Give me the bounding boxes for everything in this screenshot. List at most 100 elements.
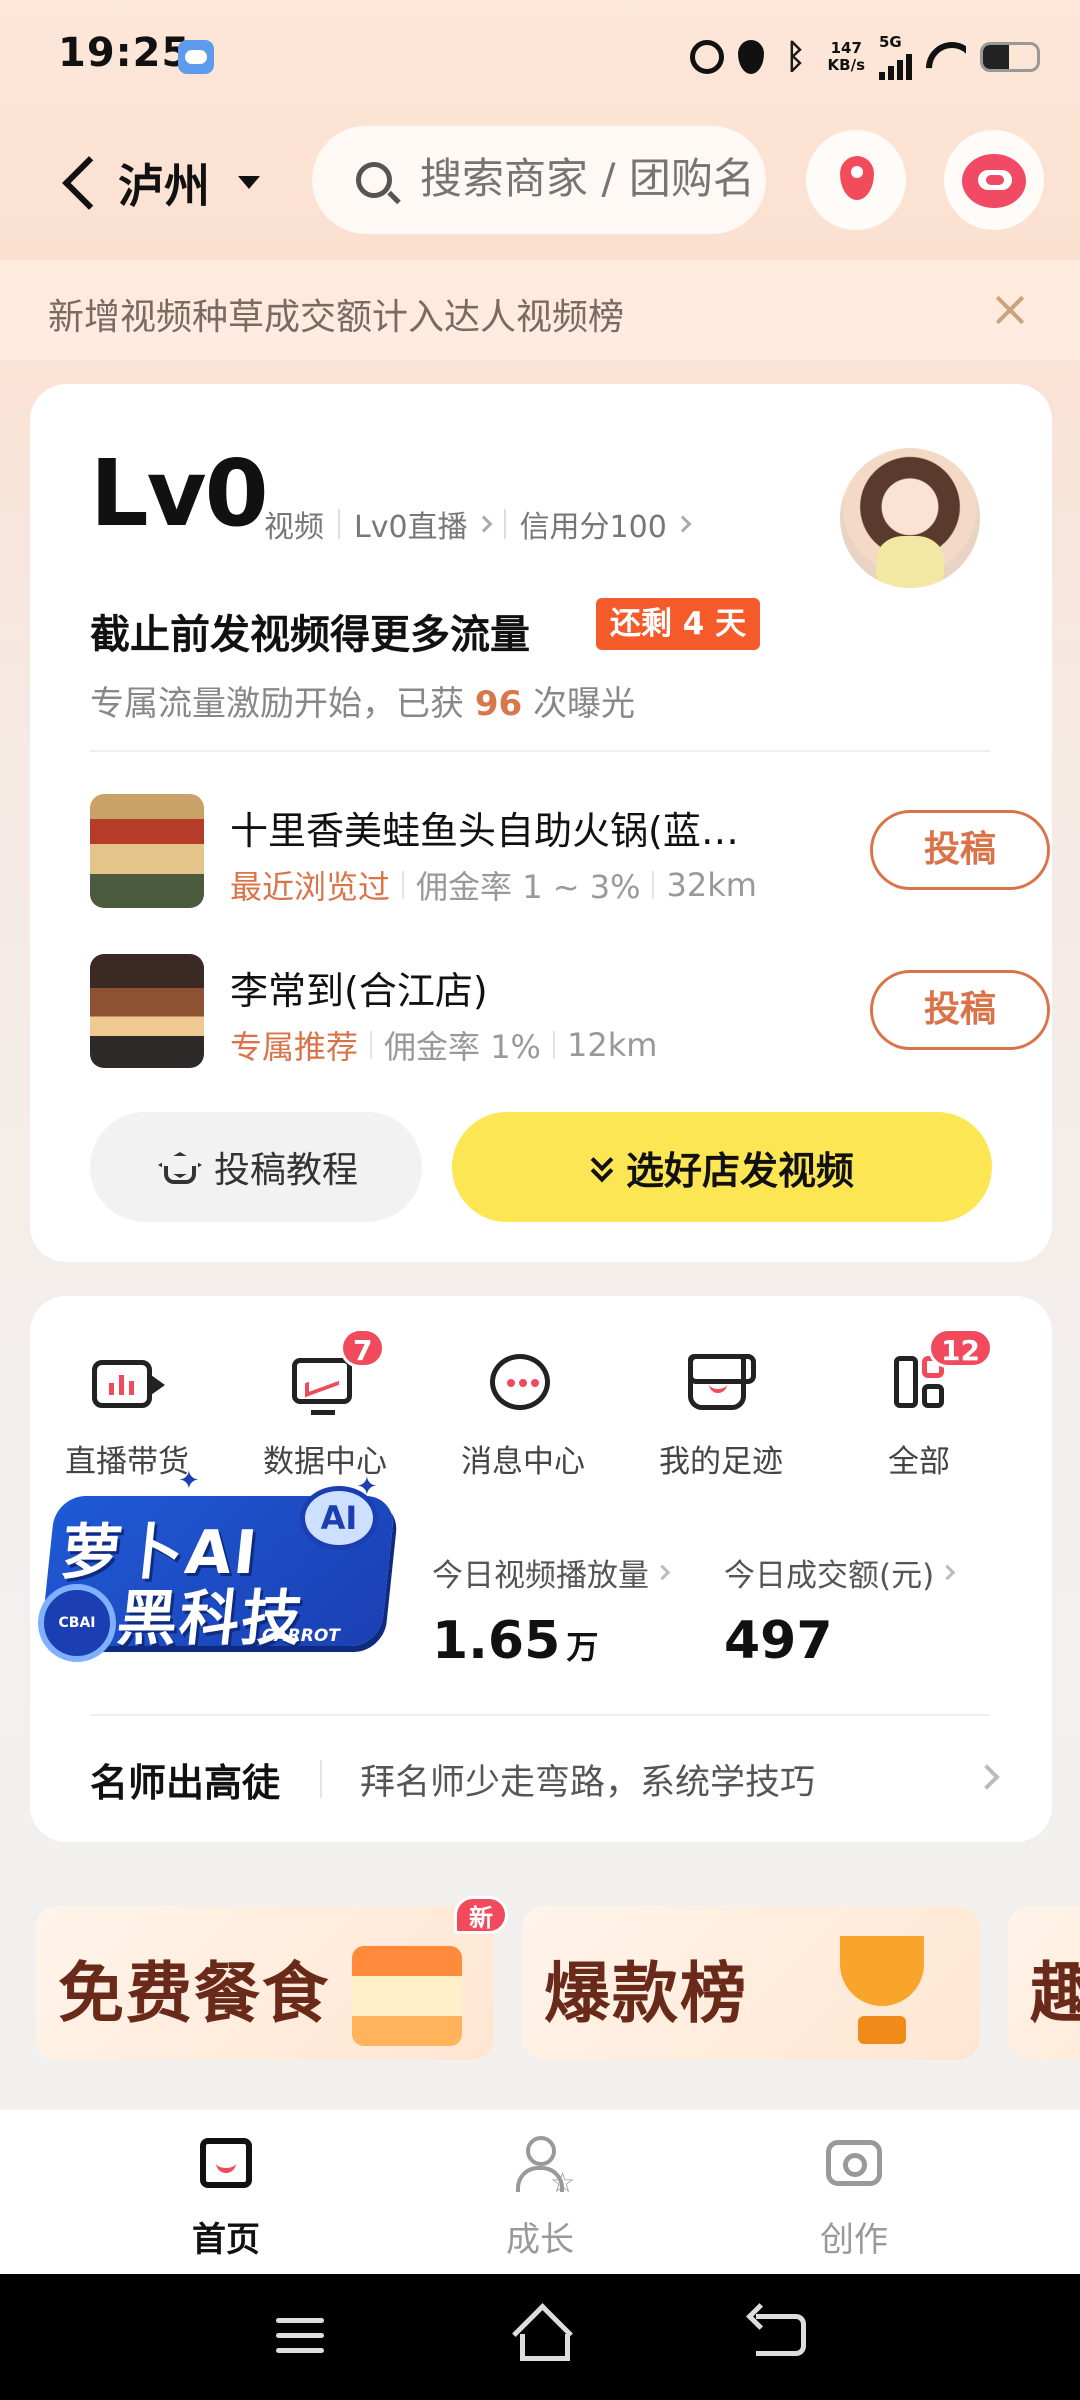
shop-name: 李常到(合江店) [230,969,488,1013]
shop-thumbnail [90,794,204,908]
status-icons: ᛒ 147 KB/s 5G [689,32,1040,82]
avatar[interactable] [840,448,980,588]
headline: 截止前发视频得更多流量 [90,612,530,658]
creator-card: Lv0 视频 Lv0直播 信用分100 截止前发视频得更多流量 还剩 4 天 专… [30,384,1052,1262]
tool-message-center[interactable]: 消息中心 [428,1350,618,1490]
tool-footprint[interactable]: 我的足迹 [626,1350,816,1490]
assistant-button[interactable] [944,130,1044,230]
select-shop-button[interactable]: 选好店发视频 [452,1112,992,1222]
stat-value: 497 [724,1611,833,1671]
signal-bars-icon [879,50,912,80]
search-input[interactable] [420,154,760,203]
stat-label: 今日视频播放量 [432,1550,671,1595]
tutorial-button[interactable]: 投稿教程 [90,1112,422,1222]
shop-thumbnail [90,954,204,1068]
exposure-suffix: 次曝光 [522,684,635,724]
link-live[interactable]: Lv0直播 [354,502,468,546]
profile-links: 视频 Lv0直播 信用分100 [264,502,692,546]
city-selector[interactable]: 泸州 [118,150,210,216]
network-speed-value: 147 [830,39,862,57]
chevron-right-icon [674,515,692,533]
sparkle-icon: ✦ [178,1466,200,1496]
network-type: 5G [879,33,902,51]
divider [402,871,405,899]
close-icon[interactable] [990,290,1030,330]
caret-down-icon[interactable] [238,176,260,189]
stat-video-views[interactable]: 今日视频播放量 1.65 万 [432,1550,671,1671]
battery-icon [980,42,1040,72]
divider [503,509,506,539]
mentor-desc: 拜名师少走弯路，系统学技巧 [360,1763,816,1803]
select-shop-label: 选好店发视频 [625,1148,854,1193]
graduation-cap-icon [154,1152,198,1184]
divider [552,1031,555,1059]
system-nav-bar [0,2274,1080,2400]
chevron-right-icon [939,1564,956,1581]
nav-growth[interactable]: ☆ 成长 [440,2132,640,2262]
shop-item[interactable]: 李常到(合江店) 专属推荐 佣金率 1% 12km 投稿 [90,954,1050,1070]
submit-button[interactable]: 投稿 [870,810,1050,890]
divider [320,1760,322,1798]
stat-value: 1.65 万 [432,1611,668,1671]
promo-logo: ✦ ✦ 萝卜AI 黑科技 AI CBAI CARROT [38,1466,418,1666]
shop-tag: 专属推荐 [230,1028,359,1066]
shop-distance: 32km [666,866,757,904]
nav-create[interactable]: 创作 [754,2132,954,2262]
nav-home[interactable]: 首页 [126,2132,326,2262]
chevron-right-icon [475,515,493,533]
nav-label: 创作 [820,2220,888,2260]
cloud-notification-icon [178,40,214,74]
promo-brand: CARROT [262,1626,340,1646]
shop-commission: 佣金率 1 ~ 3% [416,868,641,906]
status-time: 19:25 [58,30,191,76]
stat-unit: 万 [566,1628,599,1666]
footprint-icon [688,1354,756,1410]
chevron-right-icon [654,1564,671,1581]
stat-gmv[interactable]: 今日成交额(元) 497 [724,1550,956,1671]
shop-item[interactable]: 十里香美蛙鱼头自助火锅(蓝… 最近浏览过 佣金率 1 ~ 3% 32km 投稿 [90,794,1050,910]
banner-hot-list[interactable]: 爆款榜 [522,1906,980,2060]
tool-label: 消息中心 [461,1444,585,1480]
mascot-icon [962,154,1026,208]
network-speed: 147 KB/s [828,40,865,74]
back-icon[interactable] [58,152,98,212]
shop-distance: 12km [566,1026,658,1064]
promo-disc: CBAI [38,1584,116,1662]
message-center-icon [490,1354,550,1410]
home-icon[interactable] [512,2310,570,2361]
back-icon[interactable] [756,2314,806,2356]
menu-icon[interactable] [276,2318,324,2354]
notice-text: 新增视频种草成交额计入达人视频榜 [48,297,625,338]
mentor-title: 名师出高徒 [90,1761,281,1805]
camera-icon [826,2140,882,2186]
shop-name: 十里香美蛙鱼头自助火锅(蓝… [230,809,739,853]
notice-bar: 新增视频种草成交额计入达人视频榜 [0,260,1080,360]
home-bag-icon [200,2138,252,2188]
divider [370,1031,373,1059]
tool-all[interactable]: 12 全部 [824,1328,1014,1490]
chevron-right-icon [974,1764,1000,1790]
banner-strip: 免费餐食 新 爆款榜 趣 [0,1880,1080,2110]
shop-meta: 专属推荐 佣金率 1% 12km [230,1022,657,1068]
tutorial-label: 投稿教程 [213,1150,358,1191]
signal-group: 5G [879,34,912,80]
trophy-icon [822,1936,942,2052]
link-video[interactable]: 视频 [264,502,324,546]
search-bar[interactable] [312,126,766,234]
map-button[interactable] [806,130,906,230]
storefront-icon [352,1946,462,2046]
data-center-icon [292,1358,352,1415]
banner-more[interactable]: 趣 [1008,1906,1080,2060]
wifi-icon [926,42,966,72]
submit-button[interactable]: 投稿 [870,970,1050,1050]
level-title: Lv0 [90,440,269,547]
banner-free-meal[interactable]: 免费餐食 [36,1906,494,2060]
ai-badge: AI [300,1486,378,1550]
network-speed-unit: KB/s [827,56,865,74]
mentor-row[interactable]: 名师出高徒 拜名师少走弯路，系统学技巧 [90,1752,1000,1812]
link-credit-score[interactable]: 信用分100 [520,502,667,546]
notification-badge: 7 [340,1328,386,1368]
shop-meta: 最近浏览过 佣金率 1 ~ 3% 32km [230,862,757,908]
stat-number: 1.65 [432,1611,561,1671]
deadline-badge: 还剩 4 天 [596,598,761,650]
